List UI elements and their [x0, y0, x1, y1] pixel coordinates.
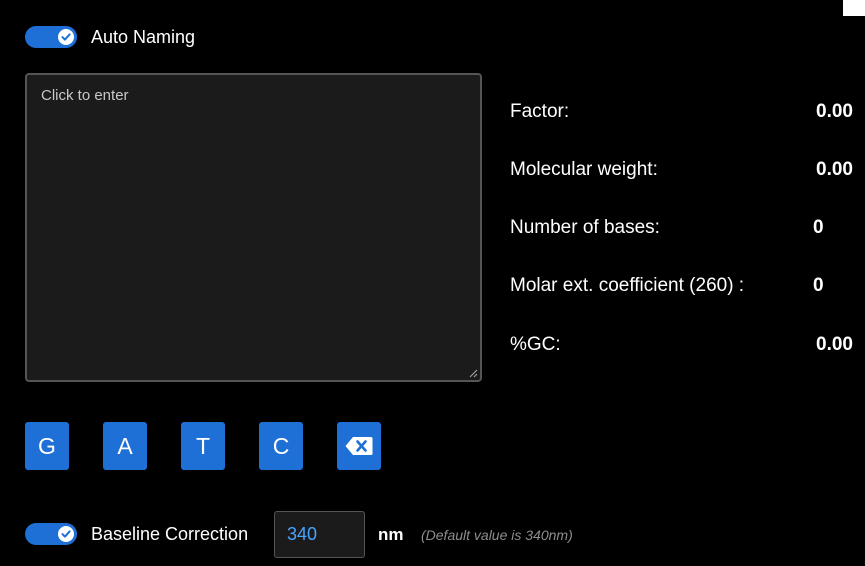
number-of-bases-value: 0	[813, 217, 824, 238]
sequence-input-container	[25, 73, 482, 382]
baseline-wavelength-input[interactable]	[274, 511, 365, 558]
factor-label: Factor:	[510, 101, 570, 122]
base-g-button[interactable]: G	[25, 422, 69, 470]
check-icon	[58, 29, 74, 45]
molar-ext-label: Molar ext. coefficient (260) :	[510, 275, 745, 296]
base-t-button[interactable]: T	[181, 422, 225, 470]
backspace-icon	[345, 437, 373, 455]
auto-naming-toggle[interactable]	[25, 26, 77, 48]
base-c-button[interactable]: C	[259, 422, 303, 470]
gc-label: %GC:	[510, 334, 561, 355]
backspace-button[interactable]	[337, 422, 381, 470]
molecular-weight-label: Molecular weight:	[510, 159, 658, 180]
molar-ext-value: 0	[813, 275, 824, 296]
unit-label: nm	[378, 525, 404, 544]
window-corner	[843, 0, 865, 16]
molecular-weight-value: 0.00	[816, 159, 853, 180]
default-value-hint: (Default value is 340nm)	[421, 527, 573, 543]
sequence-input[interactable]	[27, 75, 480, 380]
factor-value: 0.00	[816, 101, 853, 122]
auto-naming-label: Auto Naming	[91, 26, 196, 47]
baseline-correction-label: Baseline Correction	[91, 523, 249, 544]
number-of-bases-label: Number of bases:	[510, 217, 660, 238]
baseline-correction-row: Baseline Correction	[25, 523, 248, 545]
base-a-button[interactable]: A	[103, 422, 147, 470]
resize-grip-icon[interactable]	[468, 368, 478, 378]
auto-naming-row: Auto Naming	[25, 26, 195, 48]
check-icon	[58, 526, 74, 542]
baseline-correction-toggle[interactable]	[25, 523, 77, 545]
gc-value: 0.00	[816, 334, 853, 355]
